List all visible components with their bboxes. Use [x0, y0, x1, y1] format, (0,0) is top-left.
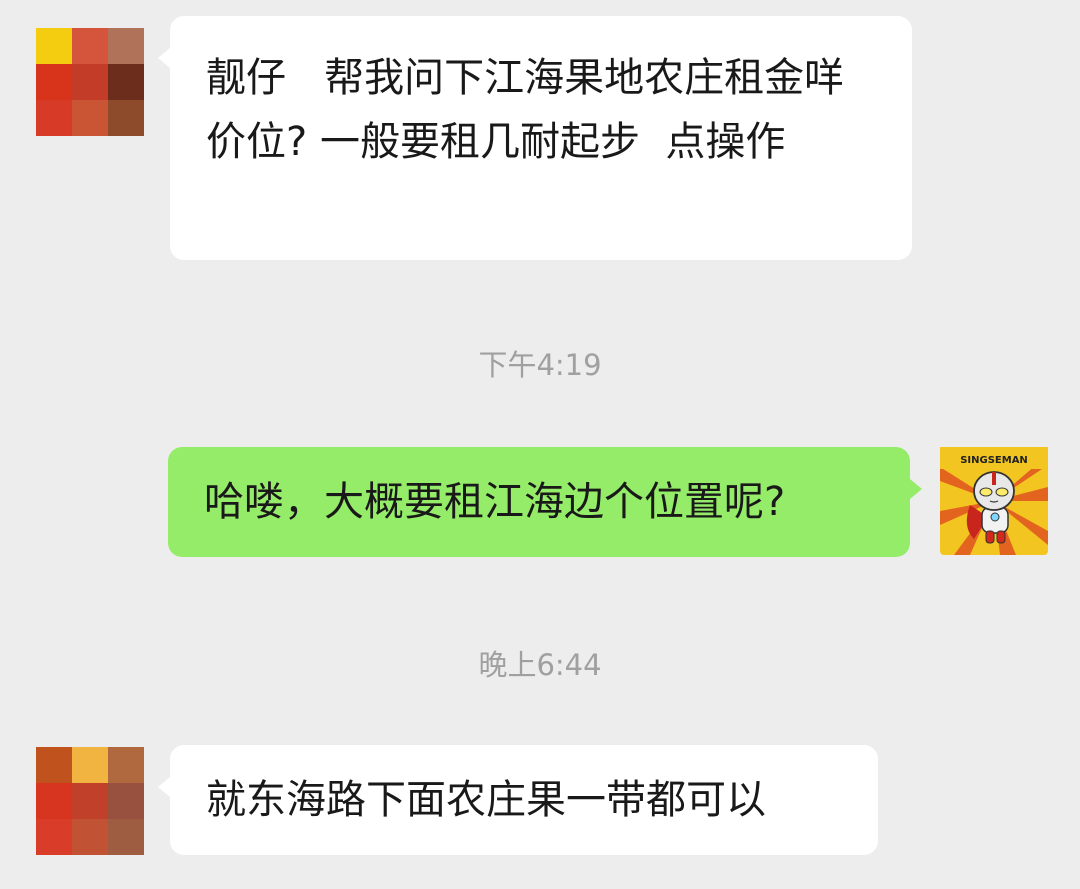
mosaic-tile — [108, 100, 144, 136]
mosaic-tile — [72, 783, 108, 819]
mosaic-tile — [36, 819, 72, 855]
mosaic-tile — [36, 64, 72, 100]
mosaic-tile — [108, 747, 144, 783]
outgoing-message-bubble[interactable]: 哈喽，大概要租江海边个位置呢? — [168, 447, 922, 557]
bubble-tail — [158, 48, 170, 68]
timestamp: 下午4:19 — [478, 348, 602, 382]
contact-avatar[interactable] — [36, 747, 144, 855]
mosaic-tile — [36, 100, 72, 136]
timestamp: 晚上6:44 — [478, 648, 602, 682]
contact-avatar-mosaic — [36, 28, 144, 136]
mosaic-tile — [36, 747, 72, 783]
mosaic-tile — [108, 28, 144, 64]
bubble-tail — [910, 479, 922, 499]
message-text: 哈喽，大概要租江海边个位置呢? — [204, 479, 786, 525]
mosaic-tile — [72, 64, 108, 100]
mosaic-tile — [108, 819, 144, 855]
mosaic-tile — [108, 783, 144, 819]
contact-avatar[interactable] — [36, 28, 144, 136]
mosaic-tile — [36, 28, 72, 64]
incoming-message-bubble[interactable]: 靓仔 帮我问下江海果地农庄租金咩价位? 一般要租几耐起步 点操作 — [158, 16, 912, 260]
mosaic-tile — [72, 28, 108, 64]
mosaic-tile — [72, 100, 108, 136]
mosaic-tile — [36, 783, 72, 819]
self-avatar[interactable]: SINGSEMAN — [940, 447, 1048, 555]
incoming-message-bubble[interactable]: 就东海路下面农庄果一带都可以 — [158, 745, 878, 855]
mosaic-tile — [108, 64, 144, 100]
message-text: 就东海路下面农庄果一带都可以 — [206, 777, 766, 823]
mosaic-tile — [72, 819, 108, 855]
contact-avatar-mosaic — [36, 747, 144, 855]
cartoon-hero-icon: SINGSEMAN — [940, 447, 1048, 555]
mosaic-tile — [72, 747, 108, 783]
avatar-caption: SINGSEMAN — [960, 455, 1028, 466]
bubble-tail — [158, 777, 170, 797]
message-text: 靓仔 帮我问下江海果地农庄租金咩价位? 一般要租几耐起步 点操作 — [206, 55, 845, 165]
